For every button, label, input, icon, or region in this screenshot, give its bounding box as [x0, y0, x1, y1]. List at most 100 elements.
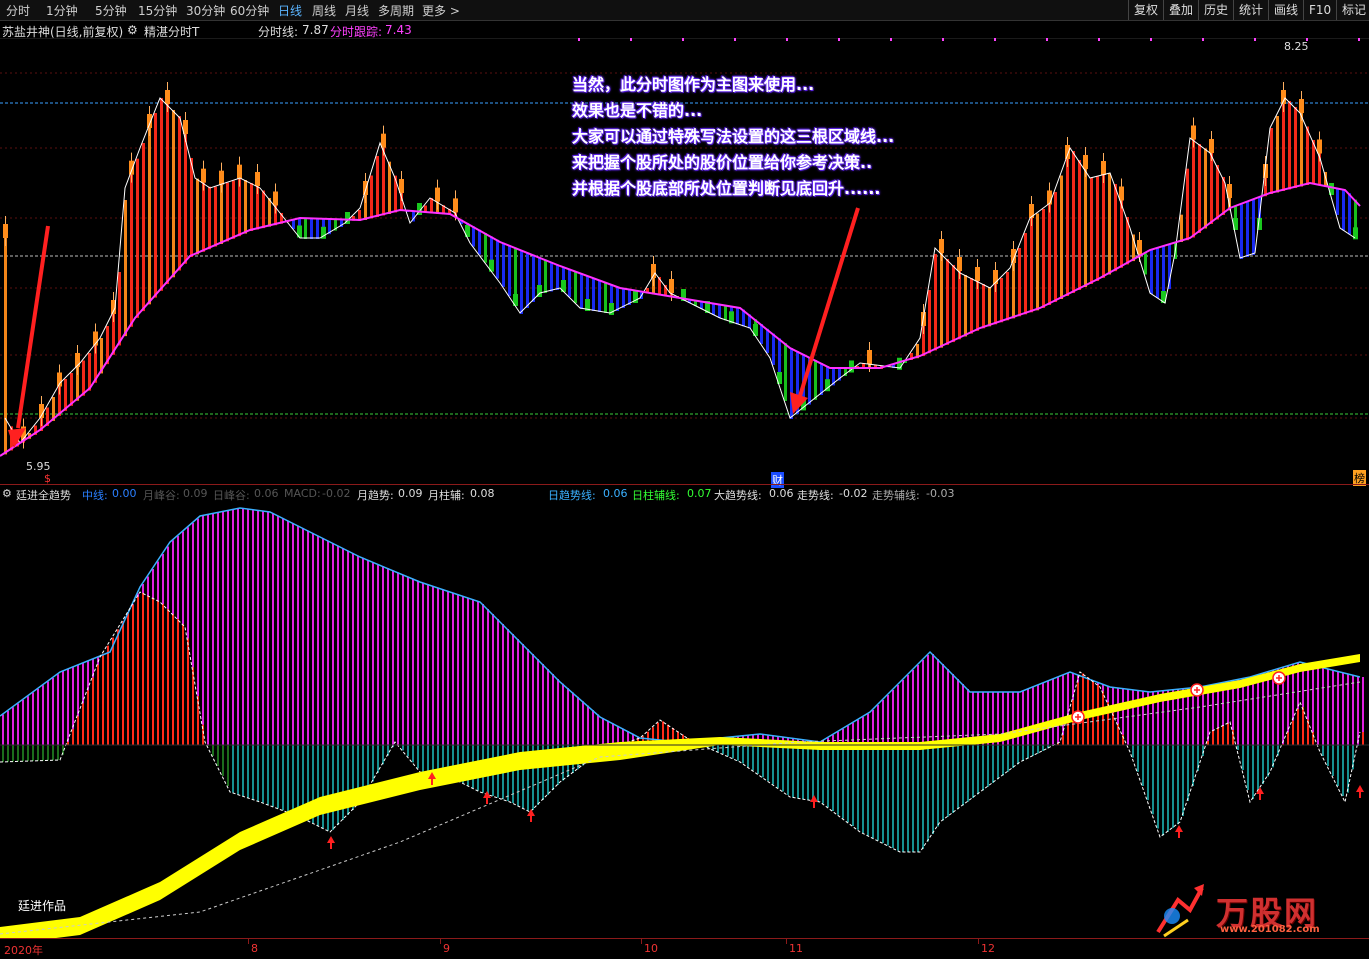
stats-button[interactable]: 统计 [1233, 0, 1268, 20]
trough-bar [837, 745, 839, 815]
upper-panel-header: 苏盐井神(日线,前复权) ⚙ 精湛分时T 分时线: 7.87 分时跟踪: 7.4… [0, 21, 700, 39]
top-dot-marker [994, 38, 996, 41]
trough-bar [297, 745, 299, 816]
trend-bar [527, 649, 529, 745]
panel-divider[interactable] [0, 484, 1369, 485]
trend-bar [852, 723, 854, 745]
trend-bar [347, 551, 349, 746]
tab-period-3[interactable]: 15分钟 [138, 2, 177, 19]
candle-body [201, 169, 206, 183]
trough-bar [937, 745, 939, 827]
peak-bar [87, 690, 89, 745]
peak-bar [92, 678, 94, 745]
histogram-bar [736, 307, 739, 324]
trough-bar [1172, 745, 1174, 828]
fuquan-button[interactable]: 复权 [1128, 0, 1163, 20]
tab-period-2[interactable]: 5分钟 [95, 2, 127, 19]
histogram-bar [766, 329, 769, 353]
trend-bar [257, 510, 259, 745]
tab-period-4[interactable]: 30分钟 [186, 2, 225, 19]
histogram-bar [958, 271, 961, 339]
settings-icon[interactable]: ⚙ [127, 23, 138, 37]
trend-bar [1137, 690, 1139, 745]
tab-period-8[interactable]: 月线 [345, 2, 369, 19]
trend-bar [227, 511, 229, 745]
tab-period-7[interactable]: 周线 [312, 2, 336, 19]
histogram-bar [1156, 248, 1159, 298]
trough-bar [852, 745, 854, 826]
peak-bar [172, 614, 174, 745]
trend-bar [1342, 673, 1344, 746]
trend-bar [1317, 666, 1319, 745]
trough-bar [772, 745, 774, 784]
trough-bar [1152, 745, 1154, 814]
trough-bar [982, 745, 984, 791]
trough-bar [237, 745, 239, 794]
histogram-bar [178, 116, 181, 271]
trough-bar [742, 745, 744, 763]
x-label-5: 12 [981, 942, 995, 955]
histogram-bar [928, 290, 931, 353]
peak-bar [1362, 732, 1364, 745]
tab-period-5[interactable]: 60分钟 [230, 2, 269, 19]
trough-bar [1177, 745, 1179, 824]
histogram-bar [988, 287, 991, 326]
trough-bar [1167, 745, 1169, 832]
trend-bar [362, 558, 364, 745]
trend-bar [1022, 691, 1024, 745]
trough-bar [997, 745, 999, 779]
tab-period-0[interactable]: 分时 [6, 2, 30, 19]
draw-line-button[interactable]: 画线 [1268, 0, 1303, 20]
trend-bar [487, 609, 489, 745]
histogram-bar [226, 183, 229, 242]
lower-panel-header: ⚙ 廷进全趋势 中线: 0.00 月峰谷: 0.09 日峰谷: 0.06 MAC… [0, 486, 1100, 502]
trend-bar [247, 509, 249, 745]
histogram-bar [376, 156, 379, 217]
peak-bar [177, 619, 179, 745]
trough-bar [802, 745, 804, 799]
tab-period-1[interactable]: 1分钟 [46, 2, 78, 19]
trough-bar [47, 745, 49, 760]
histogram-bar [184, 134, 187, 264]
f10-button[interactable]: F10 [1303, 0, 1336, 20]
trend-bar [342, 548, 344, 745]
candle-body [669, 279, 674, 293]
trend-bar [547, 669, 549, 745]
trough-bar [1017, 745, 1019, 764]
histogram-bar [208, 187, 211, 250]
histogram-bar [382, 148, 385, 216]
trend-bar [442, 589, 444, 745]
trend-bar [502, 624, 504, 745]
lower-indicator-name[interactable]: 廷进全趋势 [16, 487, 71, 503]
candle-body [1065, 145, 1070, 159]
trough-bar [1337, 745, 1339, 786]
lower-settings-icon[interactable]: ⚙ [2, 487, 12, 500]
annotation-box: 当然，此分时图作为主图来使用... 效果也是不错的... 大家可以通过特殊写法设… [572, 72, 992, 202]
peak-bar [102, 654, 104, 745]
trend-bar [287, 521, 289, 746]
trend-bar [322, 538, 324, 745]
trough-bar [897, 745, 899, 851]
date-axis[interactable]: 2020年 8 9 10 11 12 [0, 938, 1369, 959]
candle-body [975, 267, 980, 281]
tab-period-9[interactable]: 多周期 [378, 2, 414, 19]
trend-bar [37, 689, 39, 745]
trend-bar [862, 717, 864, 745]
overlay-button[interactable]: 叠加 [1163, 0, 1198, 20]
value-label-2: 日峰谷: [213, 487, 250, 503]
lower-trend-chart[interactable] [0, 502, 1369, 938]
trough-bar [807, 745, 809, 800]
trend-bar [1027, 689, 1029, 745]
trough-bar [782, 745, 784, 791]
histogram-bar [1348, 193, 1351, 234]
tab-period-more[interactable]: 更多 > [422, 2, 460, 19]
top-dot-marker [1254, 38, 1256, 41]
tab-period-6[interactable]: 日线 [278, 2, 302, 19]
history-button[interactable]: 历史 [1198, 0, 1233, 20]
peak-bar [1217, 729, 1219, 746]
trend-bar [567, 688, 569, 745]
top-dot-marker [1098, 38, 1100, 41]
trough-bar [337, 745, 339, 825]
mark-button[interactable]: 标记 [1336, 0, 1369, 20]
trend-bar [612, 723, 614, 745]
